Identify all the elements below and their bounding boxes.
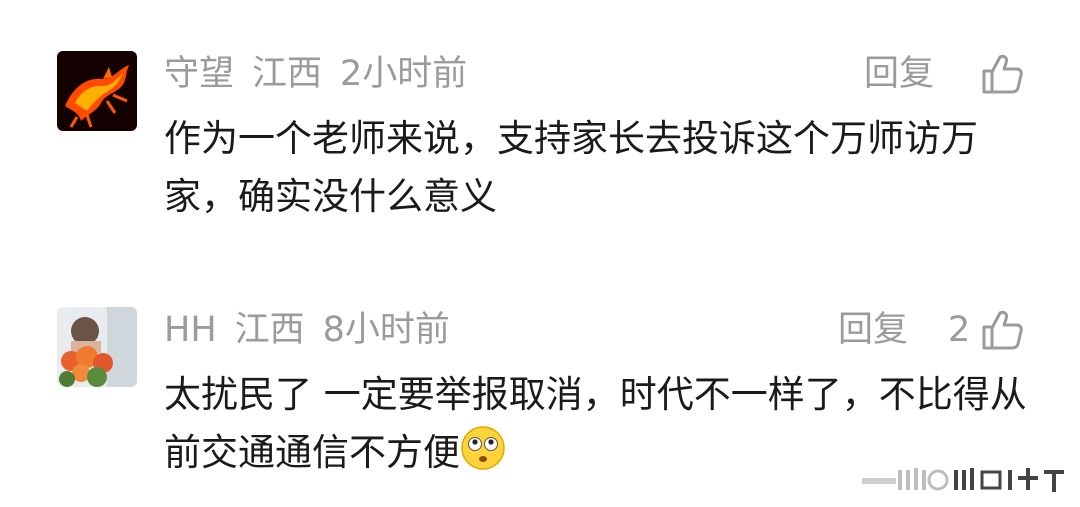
comment-meta: 守望 江西 2小时前 — [164, 52, 485, 96]
thumbs-up-icon[interactable] — [980, 52, 1024, 96]
like-count: 2 — [948, 310, 971, 350]
reply-button[interactable]: 回复 — [838, 308, 908, 352]
comment-text: 作为一个老师来说，支持家长去投诉这个万师访万家，确实没什么意义 — [164, 117, 978, 218]
flower-bouquet-icon — [57, 307, 137, 387]
username[interactable]: HH — [164, 310, 217, 350]
comment-meta: HH 江西 8小时前 — [164, 308, 468, 352]
avatar[interactable] — [57, 307, 137, 387]
watermark-mark — [862, 466, 1068, 494]
reply-button[interactable]: 回复 — [864, 52, 934, 96]
comment-text: 太扰民了 一定要举报取消，时代不一样了，不比得从前交通通信不方便 — [164, 366, 1044, 482]
username[interactable]: 守望 — [164, 54, 234, 94]
timestamp: 2小时前 — [340, 54, 468, 94]
avatar[interactable] — [57, 51, 137, 131]
flushed-face-emoji-icon — [460, 425, 506, 471]
comment-text-content: 太扰民了 一定要举报取消，时代不一样了，不比得从前交通通信不方便 — [164, 373, 1027, 474]
thumbs-up-icon[interactable] — [980, 308, 1024, 352]
location: 江西 — [234, 310, 305, 350]
location: 江西 — [252, 54, 323, 94]
fire-horse-icon — [57, 51, 137, 131]
timestamp: 8小时前 — [322, 310, 450, 350]
